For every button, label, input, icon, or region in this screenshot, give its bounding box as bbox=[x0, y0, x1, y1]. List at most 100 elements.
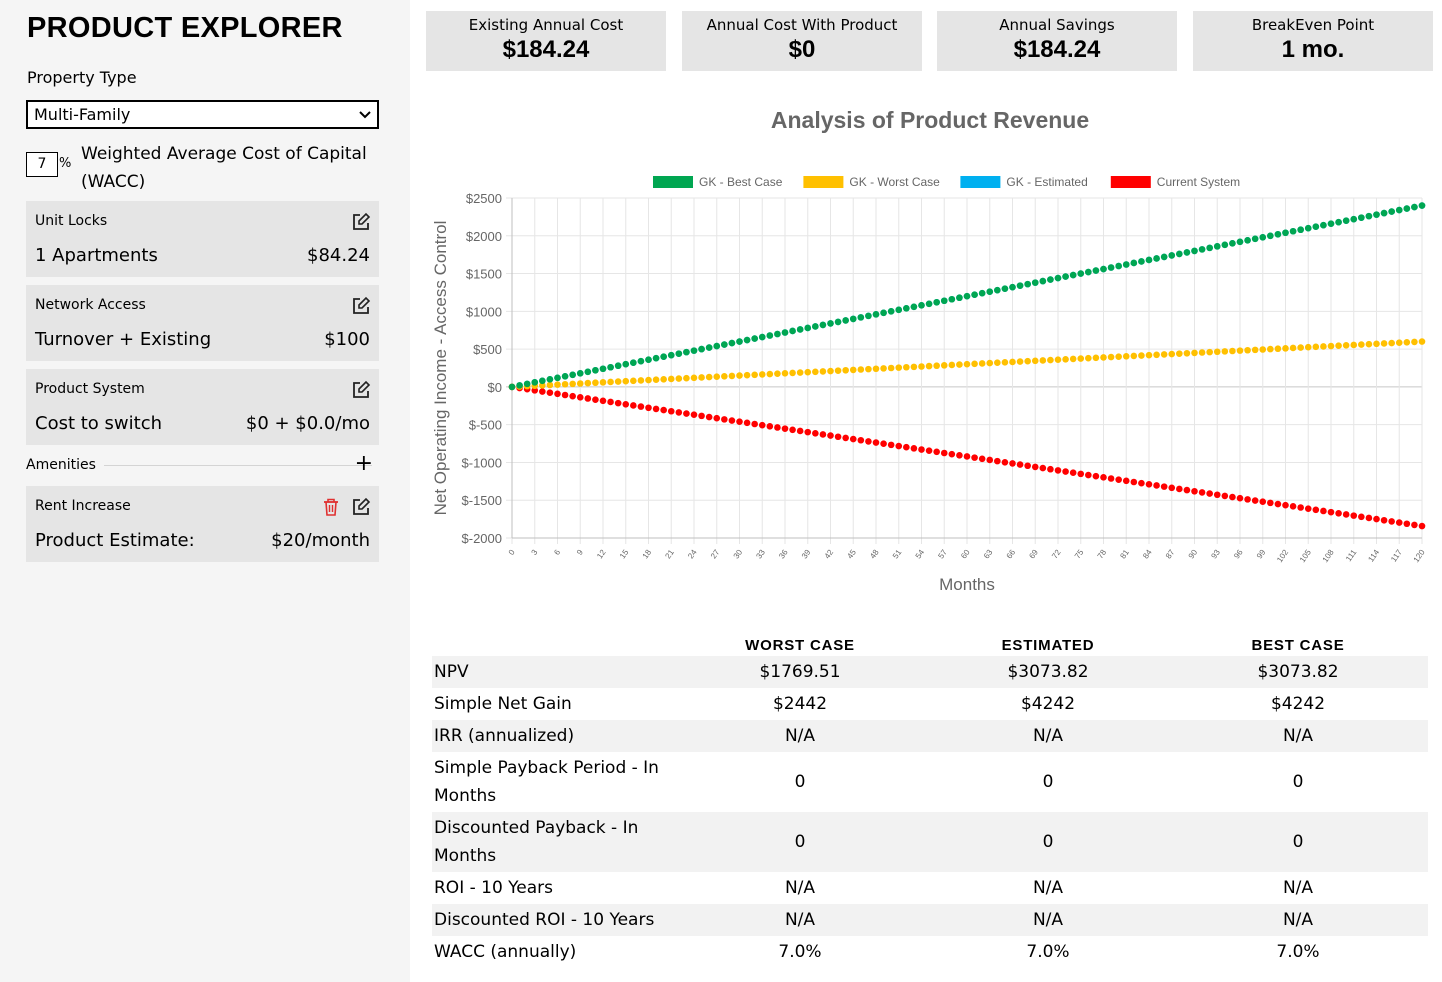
data-point bbox=[1327, 220, 1335, 227]
data-point bbox=[1335, 342, 1342, 350]
data-point bbox=[698, 345, 705, 353]
data-point bbox=[1183, 249, 1191, 256]
data-point bbox=[1031, 357, 1039, 365]
wacc-row: 7 % Weighted Average Cost of Capital (WA… bbox=[26, 140, 386, 192]
data-point bbox=[1100, 354, 1107, 361]
data-point bbox=[546, 376, 554, 383]
card-unit-locks: Unit Locks 1 Apartments $84.24 bbox=[26, 201, 379, 277]
data-point bbox=[1221, 492, 1229, 500]
metric-value: N/A bbox=[672, 720, 928, 752]
data-point bbox=[1244, 346, 1251, 354]
stat-value: $0 bbox=[788, 36, 816, 63]
stat-existing-annual-cost: Existing Annual Cost $184.24 bbox=[426, 11, 666, 71]
data-point bbox=[1001, 285, 1009, 292]
edit-icon[interactable] bbox=[351, 380, 371, 400]
data-point bbox=[1191, 247, 1198, 255]
data-point bbox=[614, 399, 622, 407]
metrics-table: WORST CASE ESTIMATED BEST CASE NPV $1769.… bbox=[432, 632, 1428, 968]
x-tick-label: 51 bbox=[891, 548, 904, 561]
data-point bbox=[1411, 338, 1418, 346]
card-title: Network Access bbox=[35, 297, 146, 313]
data-point bbox=[561, 391, 569, 399]
edit-icon[interactable] bbox=[351, 497, 371, 517]
metrics-header-estimated: ESTIMATED bbox=[1001, 637, 1095, 654]
x-tick-label: 114 bbox=[1366, 548, 1381, 564]
data-point bbox=[1039, 357, 1047, 364]
data-point bbox=[569, 392, 576, 400]
data-point bbox=[569, 371, 576, 379]
data-point bbox=[637, 403, 645, 410]
data-point bbox=[1259, 346, 1267, 353]
data-point bbox=[880, 440, 887, 448]
data-point bbox=[1395, 206, 1403, 214]
edit-icon[interactable] bbox=[351, 296, 371, 316]
metric-label: Simple Payback Period - In Months bbox=[434, 758, 659, 806]
trash-icon[interactable] bbox=[321, 497, 341, 517]
data-point bbox=[1244, 237, 1251, 244]
data-point bbox=[713, 373, 721, 380]
data-point bbox=[1365, 514, 1373, 522]
metric-value: $3073.82 bbox=[928, 656, 1168, 688]
data-point bbox=[796, 427, 804, 435]
card-value: $0 + $0.0/mo bbox=[245, 413, 370, 434]
data-point bbox=[1342, 217, 1350, 224]
data-point bbox=[751, 420, 758, 428]
data-point bbox=[1183, 349, 1191, 357]
data-point bbox=[1009, 460, 1016, 467]
data-point bbox=[1282, 345, 1289, 352]
data-point bbox=[607, 398, 614, 406]
x-tick-label: 57 bbox=[936, 548, 949, 561]
data-point bbox=[1229, 493, 1236, 501]
data-point bbox=[789, 426, 796, 434]
data-point bbox=[1009, 358, 1016, 366]
data-point bbox=[1160, 351, 1168, 358]
data-point bbox=[569, 380, 576, 388]
data-point bbox=[743, 371, 751, 379]
data-point bbox=[1054, 356, 1062, 363]
data-point bbox=[1297, 226, 1304, 234]
data-point bbox=[599, 397, 607, 405]
data-point bbox=[1047, 276, 1054, 283]
data-point bbox=[1312, 343, 1320, 351]
metric-label: NPV bbox=[432, 656, 672, 688]
data-point bbox=[1358, 341, 1365, 348]
data-point bbox=[1198, 489, 1206, 496]
data-point bbox=[1168, 252, 1176, 259]
data-point bbox=[1122, 261, 1130, 268]
data-point bbox=[1373, 515, 1380, 523]
data-point bbox=[827, 367, 834, 375]
add-amenity-button[interactable]: + bbox=[355, 452, 373, 476]
data-point bbox=[630, 402, 637, 409]
data-point bbox=[736, 372, 743, 379]
data-point bbox=[698, 374, 705, 381]
data-point bbox=[804, 324, 812, 332]
data-point bbox=[592, 379, 599, 387]
metric-value: 7.0% bbox=[778, 942, 822, 962]
edit-icon[interactable] bbox=[351, 212, 371, 232]
data-point bbox=[895, 364, 903, 371]
data-point bbox=[1047, 465, 1054, 473]
data-point bbox=[675, 375, 683, 382]
data-point bbox=[698, 412, 705, 420]
data-point bbox=[1077, 470, 1085, 478]
data-point bbox=[539, 377, 546, 385]
property-type-select[interactable]: Multi-Family bbox=[26, 100, 379, 129]
x-tick-label: 12 bbox=[595, 548, 608, 561]
data-point bbox=[1100, 265, 1107, 273]
data-point bbox=[1107, 353, 1115, 361]
data-point bbox=[1176, 250, 1183, 258]
x-tick-label: 54 bbox=[914, 548, 927, 561]
data-point bbox=[887, 441, 895, 449]
card-title: Product System bbox=[35, 381, 145, 397]
data-point bbox=[842, 434, 849, 442]
data-point bbox=[903, 305, 910, 312]
table-row: WACC (annually) 7.0% 7.0% 7.0% bbox=[432, 936, 1428, 968]
metric-value: 0 bbox=[1292, 772, 1304, 792]
data-point bbox=[963, 292, 971, 300]
data-point bbox=[774, 424, 781, 431]
wacc-input[interactable]: 7 bbox=[26, 152, 58, 177]
data-point bbox=[1274, 345, 1282, 353]
data-point bbox=[1395, 519, 1403, 526]
data-point bbox=[849, 366, 857, 374]
data-point bbox=[1304, 505, 1312, 512]
